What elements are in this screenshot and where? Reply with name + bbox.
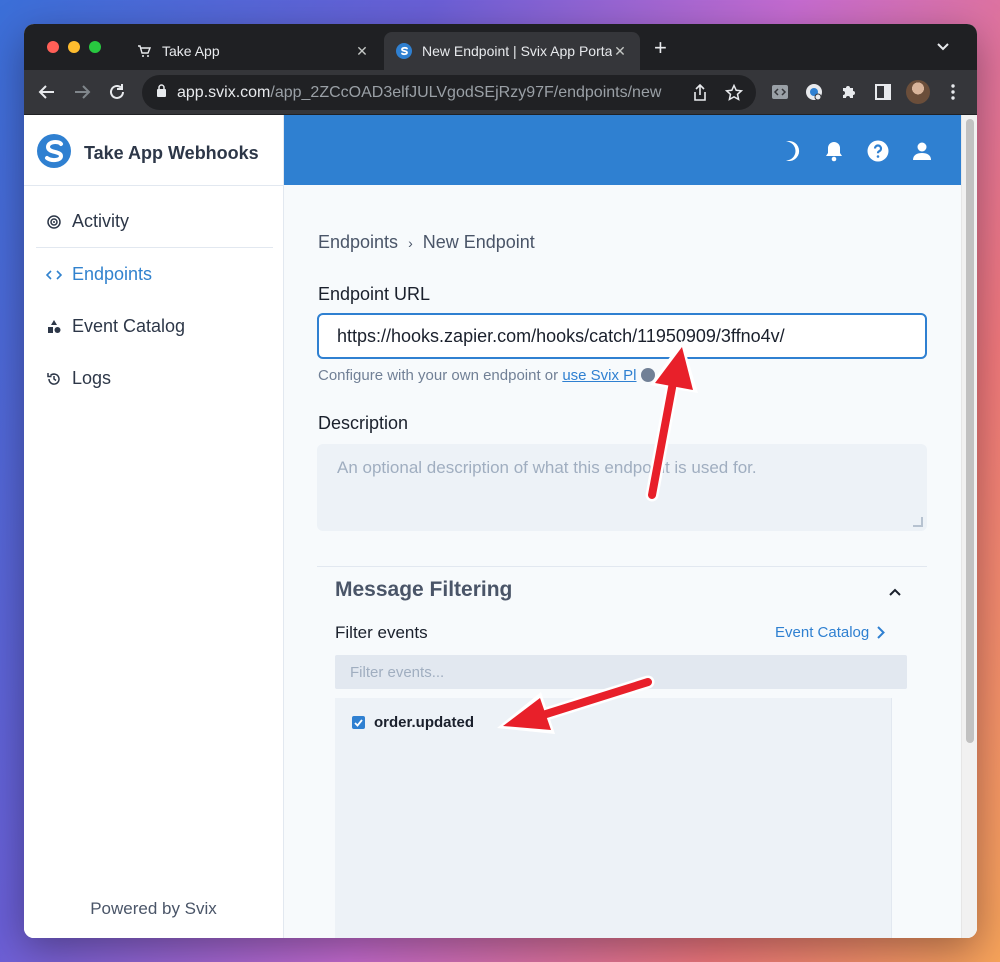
activity-icon bbox=[46, 214, 62, 229]
close-window-button[interactable] bbox=[47, 41, 59, 53]
chevron-right-icon bbox=[877, 626, 886, 639]
minimize-window-button[interactable] bbox=[68, 41, 80, 53]
share-icon[interactable] bbox=[692, 83, 708, 107]
sidebar-item-label: Event Catalog bbox=[72, 316, 186, 336]
close-tab-icon[interactable]: ✕ bbox=[354, 43, 370, 60]
cart-icon bbox=[136, 43, 152, 59]
browser-tab-svix[interactable]: New Endpoint | Svix App Portal ✕ bbox=[384, 32, 640, 70]
description-label: Description bbox=[318, 413, 409, 433]
filter-events-label: Filter events bbox=[335, 623, 428, 642]
profile-avatar[interactable] bbox=[906, 80, 930, 104]
svix-logo-icon bbox=[396, 43, 412, 59]
chevron-down-icon bbox=[937, 43, 949, 51]
message-filtering-section: Message Filtering Filter events Event Ca… bbox=[317, 566, 927, 938]
sidebar-item-event-catalog[interactable]: Event Catalog bbox=[46, 316, 185, 337]
description-placeholder: An optional description of what this end… bbox=[337, 458, 757, 477]
url-host: app.svix.com bbox=[177, 83, 271, 101]
main-content: Endpoints › New Endpoint Endpoint URL ht… bbox=[284, 185, 961, 938]
sidebar-item-logs[interactable]: Logs bbox=[46, 368, 111, 389]
sidebar: Take App Webhooks Activity Endpoints Eve… bbox=[24, 115, 284, 938]
code-icon bbox=[46, 269, 62, 281]
more-menu-icon[interactable] bbox=[942, 81, 964, 103]
info-icon[interactable] bbox=[640, 368, 655, 382]
puzzle-extensions-icon[interactable] bbox=[838, 81, 860, 103]
browser-window: Take App ✕ New Endpoint | Svix App Porta… bbox=[24, 24, 977, 938]
close-tab-icon[interactable]: ✕ bbox=[612, 43, 628, 60]
password-extension-icon[interactable] bbox=[803, 81, 825, 103]
breadcrumb-endpoints-link[interactable]: Endpoints bbox=[318, 232, 398, 253]
list-item[interactable]: order.updated bbox=[352, 714, 474, 731]
divider bbox=[36, 247, 273, 248]
help-icon[interactable] bbox=[866, 139, 890, 163]
bell-icon[interactable] bbox=[822, 139, 846, 163]
event-name: order.updated bbox=[374, 714, 475, 731]
address-bar[interactable]: app.svix.com/app_2ZCcOAD3elfJULVgodSEjRz… bbox=[142, 75, 756, 110]
arrow-right-icon bbox=[75, 85, 91, 99]
forward-button[interactable] bbox=[71, 81, 93, 103]
user-icon[interactable] bbox=[910, 139, 934, 163]
brand[interactable]: Take App Webhooks bbox=[36, 133, 259, 174]
chevron-right-icon: › bbox=[408, 234, 413, 251]
svix-app-portal: Take App Webhooks Activity Endpoints Eve… bbox=[24, 115, 977, 938]
event-catalog-link[interactable]: Event Catalog bbox=[775, 624, 886, 641]
side-panel-icon[interactable] bbox=[872, 81, 894, 103]
top-bar bbox=[284, 115, 961, 185]
breadcrumb-current: New Endpoint bbox=[422, 232, 535, 252]
shapes-icon bbox=[46, 319, 62, 334]
reload-icon bbox=[110, 84, 124, 99]
brand-name: Take App Webhooks bbox=[84, 143, 259, 163]
devtools-extension-icon[interactable] bbox=[769, 81, 791, 103]
maximize-window-button[interactable] bbox=[89, 41, 101, 53]
description-textarea[interactable]: An optional description of what this end… bbox=[317, 444, 927, 531]
reload-button[interactable] bbox=[106, 81, 128, 103]
svix-logo-icon bbox=[36, 133, 72, 174]
scrollbar-thumb[interactable] bbox=[966, 119, 974, 743]
lock-icon[interactable] bbox=[156, 83, 167, 102]
divider bbox=[24, 185, 283, 186]
sidebar-item-endpoints[interactable]: Endpoints bbox=[46, 264, 152, 285]
chevron-up-icon[interactable] bbox=[889, 583, 901, 601]
bookmark-star-icon[interactable] bbox=[724, 83, 744, 107]
endpoint-url-helper: Configure with your own endpoint or use … bbox=[318, 367, 655, 384]
tab-search-button[interactable] bbox=[936, 39, 950, 58]
resize-handle-icon[interactable] bbox=[913, 517, 923, 527]
new-tab-button[interactable]: + bbox=[654, 37, 667, 59]
filter-events-placeholder: Filter events... bbox=[350, 663, 445, 681]
event-types-list: order.updated bbox=[335, 698, 891, 938]
sidebar-item-label: Activity bbox=[72, 211, 130, 231]
helper-text: Configure with your own endpoint or bbox=[318, 367, 559, 384]
event-catalog-link-label: Event Catalog bbox=[775, 624, 870, 641]
powered-by-footer: Powered by Svix bbox=[90, 899, 217, 918]
check-icon bbox=[354, 718, 363, 727]
back-button[interactable] bbox=[36, 81, 58, 103]
url-path: /app_2ZCcOAD3elfJULVgodSEjRzy97F/endpoin… bbox=[270, 83, 662, 101]
event-list-scrollbar[interactable] bbox=[891, 698, 907, 938]
tab-strip: Take App ✕ New Endpoint | Svix App Porta… bbox=[24, 24, 977, 70]
moon-icon[interactable] bbox=[778, 139, 802, 163]
arrow-left-icon bbox=[38, 85, 54, 99]
message-filtering-title: Message Filtering bbox=[335, 578, 513, 601]
endpoint-url-label: Endpoint URL bbox=[318, 284, 431, 304]
breadcrumb: Endpoints › New Endpoint bbox=[318, 232, 535, 253]
page-scrollbar[interactable] bbox=[961, 115, 977, 938]
tab-title: Take App bbox=[162, 43, 220, 59]
browser-tab-take-app[interactable]: Take App ✕ bbox=[124, 32, 382, 70]
filter-events-input[interactable]: Filter events... bbox=[335, 655, 907, 689]
endpoint-url-value: https://hooks.zapier.com/hooks/catch/119… bbox=[337, 325, 785, 346]
browser-toolbar: app.svix.com/app_2ZCcOAD3elfJULVgodSEjRz… bbox=[24, 70, 977, 115]
sidebar-item-label: Logs bbox=[72, 368, 112, 388]
use-svix-play-link[interactable]: use Svix Pl bbox=[562, 367, 636, 384]
endpoint-url-input[interactable]: https://hooks.zapier.com/hooks/catch/119… bbox=[317, 313, 927, 359]
tab-title: New Endpoint | Svix App Portal bbox=[422, 43, 612, 59]
history-icon bbox=[46, 372, 62, 386]
event-checkbox[interactable] bbox=[352, 716, 365, 729]
sidebar-item-label: Endpoints bbox=[72, 264, 153, 284]
sidebar-item-activity[interactable]: Activity bbox=[46, 211, 129, 232]
